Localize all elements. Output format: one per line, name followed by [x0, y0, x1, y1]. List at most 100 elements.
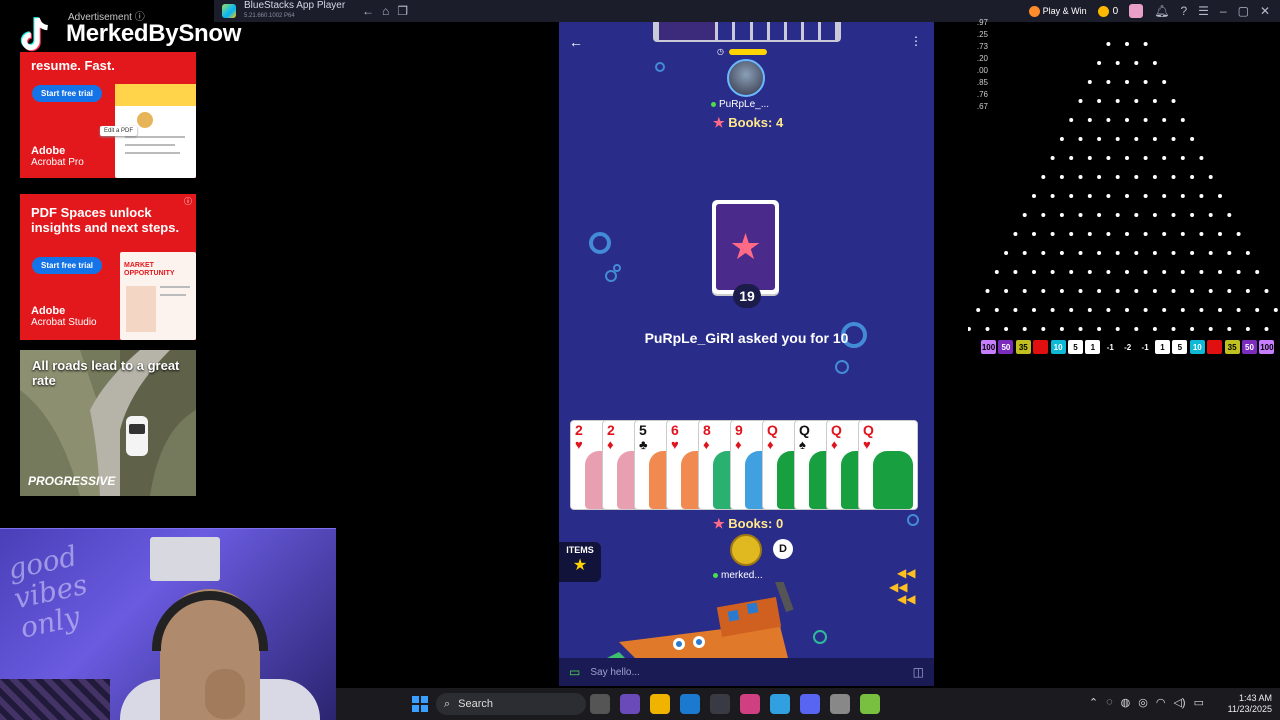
items-button[interactable]: ITEMS ★ [559, 542, 601, 582]
app-icon[interactable] [740, 694, 760, 714]
more-options-icon[interactable]: ⋮ [910, 34, 922, 48]
discord-icon[interactable] [800, 694, 820, 714]
app-version: 5.21.660.1002 P64 [244, 13, 295, 19]
volume-icon[interactable]: ◁) [1173, 696, 1185, 709]
file-explorer-icon[interactable] [650, 694, 670, 714]
ad-headline: All roads lead to a great rate [32, 358, 180, 388]
starfish-icon: ★ [713, 516, 725, 531]
plinko-peg [1245, 327, 1250, 331]
plinko-peg [1115, 251, 1120, 255]
plinko-peg [1171, 213, 1176, 217]
plinko-peg [1125, 308, 1129, 312]
plinko-peg [1218, 194, 1222, 198]
adobe-ad-2[interactable]: ⓘ PDF Spaces unlock insights and next st… [20, 194, 196, 340]
starfish-icon: ★ [713, 115, 725, 130]
plinko-slot: -1 [1137, 340, 1153, 354]
battery-icon[interactable]: ▭ [1194, 696, 1204, 709]
adobe-ad-1[interactable]: resume. Fast. Start free trial Edit a PD… [20, 52, 196, 178]
card-rank: 2 [607, 422, 615, 438]
plinko-peg [1134, 175, 1139, 179]
plinko-peg [1190, 213, 1195, 217]
chevron-up-icon[interactable]: ⌃ [1089, 696, 1098, 709]
card-suit-icon: ♠ [799, 437, 806, 452]
edge-icon[interactable] [680, 694, 700, 714]
windows-start-icon[interactable] [412, 696, 428, 712]
wifi-icon[interactable]: ◠ [1156, 696, 1166, 709]
player-books-text: Books: 0 [728, 516, 784, 531]
playing-card[interactable]: Q ♥ [858, 420, 918, 510]
taskbar-search[interactable]: ⌕ Search [436, 693, 586, 715]
taskbar-clock[interactable]: 1:43 AM 11/23/2025 [1228, 693, 1272, 715]
plinko-peg [1022, 213, 1027, 217]
plinko-peg [1022, 251, 1027, 255]
plinko-slot: -2 [1120, 340, 1136, 354]
card-suit-icon: ♦ [607, 437, 614, 452]
multi-instance-icon[interactable]: ❐ [397, 4, 408, 18]
home-icon[interactable]: ⌂ [382, 4, 389, 18]
fish-icon: ◀◀ [897, 592, 916, 606]
plinko-peg [1227, 289, 1232, 293]
start-trial-button[interactable]: Start free trial [32, 85, 103, 102]
plinko-peg [1050, 156, 1055, 160]
start-trial-button[interactable]: Start free trial [32, 257, 103, 274]
plinko-peg [1106, 118, 1111, 122]
plinko-peg [1078, 289, 1083, 293]
plinko-peg [1236, 308, 1241, 312]
clock-date: 11/23/2025 [1227, 704, 1272, 714]
plinko-peg [1097, 213, 1102, 217]
emote-icon[interactable]: ◫ [913, 665, 924, 679]
plinko-peg [1106, 308, 1111, 312]
plinko-peg [1171, 175, 1176, 179]
plinko-slot: 20 [1207, 340, 1223, 354]
edit-pdf-tooltip: Edit a PDF [100, 126, 138, 136]
tray-icon[interactable]: ◌ [1106, 696, 1113, 709]
plinko-peg [1050, 194, 1055, 198]
plinko-peg [1190, 251, 1195, 255]
plinko-peg [1180, 156, 1185, 160]
plinko-peg [1125, 194, 1129, 198]
store-icon[interactable] [710, 694, 730, 714]
plinko-peg [1134, 289, 1139, 293]
draw-pile[interactable]: ★ [712, 200, 779, 294]
search-label: Search [458, 698, 494, 710]
player-avatar[interactable] [730, 534, 762, 566]
game-message: PuRpLe_GiRl asked you for 10 [644, 330, 849, 346]
opponent-name: PuRpLe_... [711, 99, 769, 110]
chat-bar[interactable]: ▭ Say hello... ◫ [559, 658, 934, 686]
bluestacks-taskbar-icon[interactable] [860, 694, 880, 714]
online-indicator [713, 573, 718, 578]
card-rank: Q [863, 422, 874, 438]
plinko-peg [1022, 289, 1027, 293]
task-view-icon[interactable] [590, 694, 610, 714]
plinko-peg [1115, 99, 1120, 103]
card-rank: 8 [703, 422, 711, 438]
back-arrow-icon[interactable]: ← [569, 34, 583, 50]
plinko-peg [1004, 327, 1009, 331]
brand-line1: Adobe [31, 305, 66, 317]
card-suit-icon: ♦ [735, 437, 742, 452]
obs-icon[interactable] [830, 694, 850, 714]
plinko-peg [1050, 308, 1055, 312]
tray-icon[interactable]: ◍ [1121, 696, 1131, 709]
ad-headline: PDF Spaces unlock insights and next step… [31, 205, 180, 235]
plinko-peg [1097, 251, 1102, 255]
teams-icon[interactable] [620, 694, 640, 714]
opponent-avatar[interactable] [727, 59, 765, 97]
plinko-peg [1171, 251, 1176, 255]
plinko-peg [1180, 194, 1185, 198]
player-hand: 2 ♥ 2 ♦ 5 ♣ 6 ♥ 8 ♦ 9 ♦ Q ♦ Q ♠ Q ♦ Q ♥ [570, 420, 920, 511]
tray-icon[interactable]: ◎ [1138, 696, 1148, 709]
progressive-ad[interactable]: All roads lead to a great rate PROGRESSI… [20, 350, 196, 496]
plinko-peg [1152, 289, 1157, 293]
back-arrow-icon[interactable]: ← [362, 4, 374, 18]
air-conditioner-image [150, 537, 220, 581]
plinko-peg [1162, 308, 1167, 312]
fish-icon: ◀◀ [897, 566, 916, 580]
plinko-peg [1227, 251, 1232, 255]
plinko-peg [1264, 289, 1269, 293]
plinko-peg [1032, 270, 1036, 274]
plinko-peg [1050, 232, 1055, 236]
copilot-icon[interactable] [770, 694, 790, 714]
plinko-slot: 5 [1172, 340, 1188, 354]
opponent-books-text: Books: 4 [728, 115, 784, 130]
